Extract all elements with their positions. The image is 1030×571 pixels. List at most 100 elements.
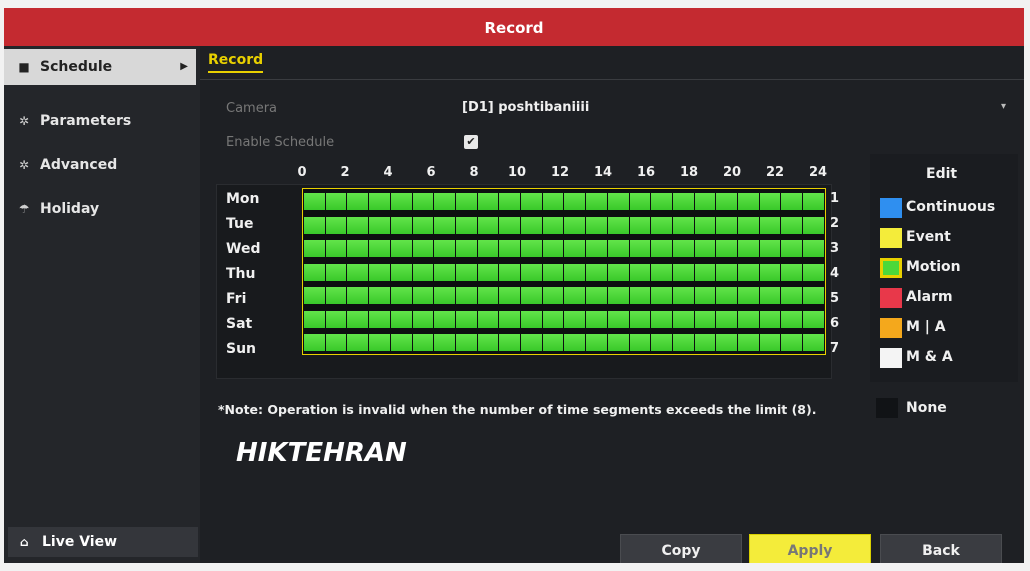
schedule-cell[interactable]	[542, 240, 564, 257]
tab-record[interactable]: Record	[208, 52, 264, 73]
schedule-cell[interactable]	[499, 310, 521, 328]
schedule-cell[interactable]	[521, 263, 542, 281]
schedule-cell[interactable]	[369, 216, 390, 234]
schedule-cell[interactable]	[738, 263, 759, 281]
schedule-cell[interactable]	[347, 216, 369, 234]
schedule-cell[interactable]	[607, 216, 629, 234]
schedule-cell[interactable]	[586, 240, 607, 257]
schedule-cell[interactable]	[694, 310, 716, 328]
schedule-cell[interactable]	[412, 263, 434, 281]
schedule-cell[interactable]	[542, 263, 564, 281]
schedule-cell[interactable]	[781, 310, 803, 328]
schedule-cell[interactable]	[304, 193, 325, 210]
schedule-cell[interactable]	[304, 263, 325, 281]
schedule-cell[interactable]	[564, 263, 586, 281]
schedule-cell[interactable]	[390, 263, 412, 281]
schedule-cell[interactable]	[347, 334, 369, 351]
schedule-cell[interactable]	[499, 193, 521, 210]
sidebar-item-holiday[interactable]: ☂ Holiday	[4, 191, 196, 227]
schedule-cell[interactable]	[651, 334, 672, 351]
schedule-cell[interactable]	[521, 240, 542, 257]
schedule-cell[interactable]	[694, 287, 716, 304]
apply-button[interactable]: Apply	[749, 534, 871, 563]
schedule-cell[interactable]	[390, 193, 412, 210]
schedule-cell[interactable]	[586, 216, 607, 234]
schedule-cell[interactable]	[759, 216, 781, 234]
schedule-cell[interactable]	[564, 310, 586, 328]
schedule-row[interactable]	[304, 193, 824, 210]
schedule-cell[interactable]	[325, 240, 347, 257]
schedule-cell[interactable]	[542, 287, 564, 304]
schedule-cell[interactable]	[781, 287, 803, 304]
back-button[interactable]: Back	[880, 534, 1002, 563]
schedule-cell[interactable]	[499, 334, 521, 351]
sidebar-item-parameters[interactable]: ✲ Parameters	[4, 103, 196, 139]
schedule-cell[interactable]	[369, 334, 390, 351]
schedule-cell[interactable]	[304, 240, 325, 257]
schedule-cell[interactable]	[412, 193, 434, 210]
schedule-cell[interactable]	[759, 263, 781, 281]
schedule-cell[interactable]	[781, 193, 803, 210]
schedule-cell[interactable]	[434, 193, 455, 210]
schedule-cell[interactable]	[369, 240, 390, 257]
schedule-cell[interactable]	[412, 310, 434, 328]
schedule-cell[interactable]	[477, 193, 499, 210]
schedule-cell[interactable]	[434, 310, 455, 328]
schedule-cell[interactable]	[716, 216, 738, 234]
schedule-cell[interactable]	[607, 287, 629, 304]
schedule-cell[interactable]	[803, 263, 824, 281]
schedule-cell[interactable]	[390, 216, 412, 234]
schedule-cell[interactable]	[694, 263, 716, 281]
legend-swatch[interactable]	[880, 258, 902, 278]
schedule-cell[interactable]	[629, 287, 651, 304]
schedule-cell[interactable]	[499, 216, 521, 234]
schedule-cell[interactable]	[369, 310, 390, 328]
schedule-cell[interactable]	[651, 310, 672, 328]
schedule-cell[interactable]	[716, 287, 738, 304]
legend-swatch[interactable]	[880, 228, 902, 248]
schedule-cell[interactable]	[651, 287, 672, 304]
schedule-cell[interactable]	[586, 263, 607, 281]
schedule-cell[interactable]	[586, 334, 607, 351]
legend-swatch[interactable]	[880, 348, 902, 368]
schedule-cell[interactable]	[564, 334, 586, 351]
schedule-cell[interactable]	[629, 240, 651, 257]
schedule-cell[interactable]	[412, 334, 434, 351]
sidebar-item-advanced[interactable]: ✲ Advanced	[4, 147, 196, 183]
schedule-cell[interactable]	[521, 193, 542, 210]
schedule-cell[interactable]	[672, 216, 694, 234]
schedule-row[interactable]	[304, 263, 824, 281]
schedule-cell[interactable]	[607, 334, 629, 351]
schedule-cell[interactable]	[759, 334, 781, 351]
schedule-cell[interactable]	[325, 287, 347, 304]
schedule-cell[interactable]	[694, 193, 716, 210]
schedule-cell[interactable]	[629, 334, 651, 351]
schedule-cell[interactable]	[412, 287, 434, 304]
schedule-cell[interactable]	[477, 216, 499, 234]
schedule-cell[interactable]	[694, 216, 716, 234]
schedule-cell[interactable]	[347, 287, 369, 304]
schedule-cell[interactable]	[672, 334, 694, 351]
schedule-cell[interactable]	[738, 310, 759, 328]
schedule-cell[interactable]	[521, 334, 542, 351]
schedule-cell[interactable]	[521, 310, 542, 328]
schedule-cell[interactable]	[455, 310, 477, 328]
camera-select[interactable]: [D1] poshtibaniiii	[462, 100, 589, 115]
schedule-cell[interactable]	[347, 240, 369, 257]
schedule-cell[interactable]	[716, 334, 738, 351]
schedule-row[interactable]	[304, 287, 824, 304]
edit-button[interactable]: Edit	[926, 166, 957, 182]
schedule-cell[interactable]	[781, 334, 803, 351]
schedule-cell[interactable]	[803, 334, 824, 351]
schedule-cell[interactable]	[651, 193, 672, 210]
schedule-cell[interactable]	[325, 310, 347, 328]
schedule-cell[interactable]	[716, 310, 738, 328]
schedule-cell[interactable]	[521, 216, 542, 234]
schedule-cell[interactable]	[325, 263, 347, 281]
schedule-cell[interactable]	[304, 310, 325, 328]
schedule-cell[interactable]	[390, 334, 412, 351]
schedule-cell[interactable]	[499, 263, 521, 281]
schedule-cell[interactable]	[607, 193, 629, 210]
schedule-cell[interactable]	[651, 240, 672, 257]
schedule-cell[interactable]	[672, 240, 694, 257]
